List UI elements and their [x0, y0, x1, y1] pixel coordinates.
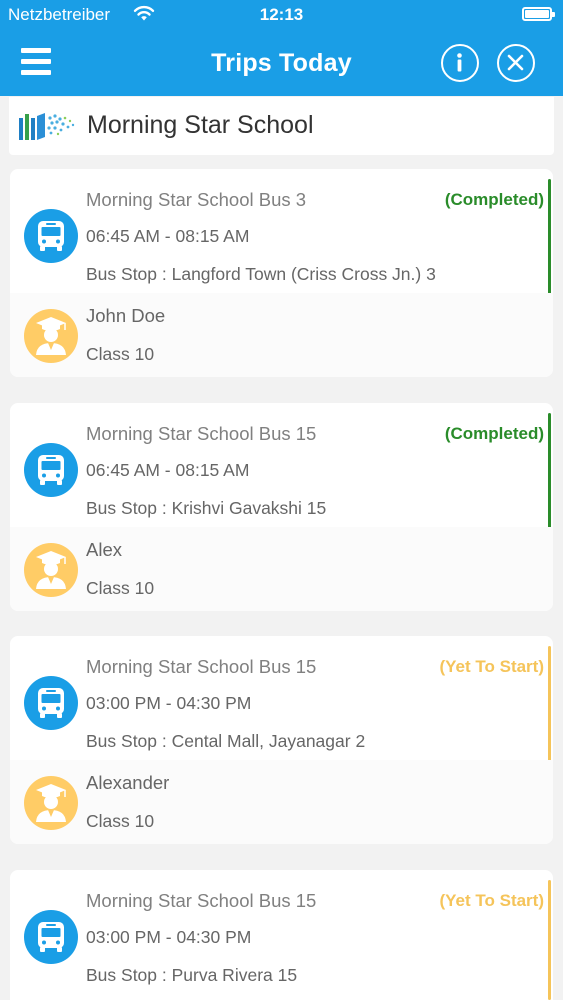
student-name: John Doe: [86, 305, 166, 326]
bus-name: Morning Star School Bus 3: [86, 189, 307, 210]
bus-name: Morning Star School Bus 15: [86, 890, 317, 911]
student-name: Alex: [86, 539, 122, 560]
info-button[interactable]: [441, 44, 479, 82]
school-name: Morning Star School: [87, 111, 314, 139]
trip-card[interactable]: Morning Star School Bus 3 (Completed) 06…: [10, 169, 553, 377]
trip-time: 03:00 PM - 04:30 PM: [86, 927, 252, 947]
bus-stop: Bus Stop : Langford Town (Criss Cross Jn…: [86, 264, 436, 284]
trip-status-badge: (Completed): [444, 424, 544, 443]
close-icon: [507, 54, 524, 71]
student-avatar-icon: [24, 309, 78, 363]
student-name: Alexander: [86, 772, 170, 793]
battery-icon: [522, 7, 555, 21]
school-header: Morning Star School: [9, 97, 554, 155]
trip-status-badge: (Completed): [444, 190, 544, 209]
bus-name: Morning Star School Bus 15: [86, 656, 317, 677]
trip-status-badge: (Yet To Start): [439, 657, 544, 676]
bus-name: Morning Star School Bus 15: [86, 423, 317, 444]
status-time: 12:13: [259, 5, 304, 24]
close-button[interactable]: [497, 44, 535, 82]
trip-time: 03:00 PM - 04:30 PM: [86, 693, 252, 713]
school-logo-icon: [19, 113, 75, 140]
status-bar: Netzbetreiber 12:13: [0, 0, 563, 30]
trip-card[interactable]: Morning Star School Bus 15 (Completed) 0…: [10, 403, 553, 611]
bus-stop: Bus Stop : Cental Mall, Jayanagar 2: [86, 731, 366, 751]
bus-icon: [24, 910, 78, 964]
bus-icon: [24, 676, 78, 730]
trip-time: 06:45 AM - 08:15 AM: [86, 226, 250, 246]
trip-card[interactable]: Morning Star School Bus 15 (Yet To Start…: [10, 870, 553, 1000]
bus-icon: [24, 443, 78, 497]
student-avatar-icon: [24, 776, 78, 830]
student-avatar-icon: [24, 543, 78, 597]
student-class: Class 10: [86, 344, 155, 364]
bus-stop: Bus Stop : Krishvi Gavakshi 15: [86, 498, 327, 518]
bus-icon: [24, 209, 78, 263]
status-accent-bar: [548, 880, 551, 1000]
trip-status-badge: (Yet To Start): [439, 891, 544, 910]
trip-card[interactable]: Morning Star School Bus 15 (Yet To Start…: [10, 636, 553, 844]
nav-bar: Trips Today: [0, 30, 563, 96]
trip-time: 06:45 AM - 08:15 AM: [86, 460, 250, 480]
info-icon: [457, 53, 462, 72]
student-class: Class 10: [86, 811, 155, 831]
bus-stop: Bus Stop : Purva Rivera 15: [86, 965, 298, 985]
student-class: Class 10: [86, 578, 155, 598]
